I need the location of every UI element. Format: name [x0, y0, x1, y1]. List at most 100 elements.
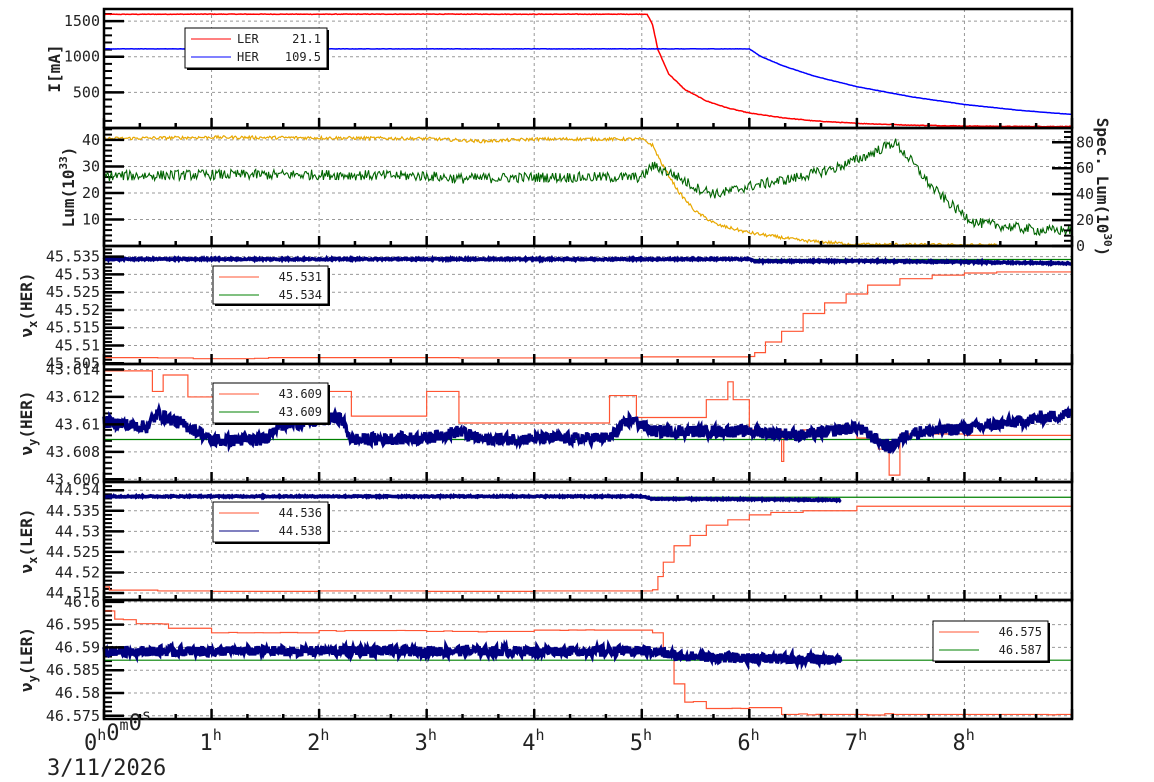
y-tick-label: 20: [82, 184, 100, 202]
y-axis-label: I[mA]: [45, 44, 64, 92]
y-tick-label: 500: [73, 83, 100, 101]
y-label-suffix: (HER): [17, 390, 36, 438]
series-specific-luminosity: [103, 138, 1073, 237]
time-axis: 0h0m0s1h 2h 3h 4h 5h 6h 7h 8h3/11/2026: [47, 706, 975, 781]
y-tick-label: 45.53: [55, 265, 100, 283]
right-label-suffix: ): [1093, 247, 1112, 257]
y-axis-label: νx(HER): [17, 272, 40, 337]
x-tick-number: 0: [129, 711, 142, 736]
x-tick-unit: h: [320, 726, 329, 744]
panel-nux-ler: 44.51544.5244.52544.5344.53544.54νx(LER)…: [17, 480, 1074, 602]
panel-nuy-her: 43.60643.60843.6143.61243.614νy(HER) 43.6…: [17, 360, 1074, 488]
y-tick-label: 46.595: [46, 616, 100, 634]
y-tick-label: 46.6: [64, 593, 100, 611]
x-tick-unit: h: [428, 726, 437, 744]
y-label-text: ν: [17, 564, 36, 574]
y-axis-label: νy(HER): [17, 390, 40, 455]
x-tick-label: 6h: [737, 726, 759, 756]
legend-value: 44.538: [279, 524, 322, 538]
legend-value: 45.534: [279, 288, 322, 302]
x-tick-label: 3h: [415, 726, 437, 756]
y-label-superscript: 33: [57, 156, 70, 169]
panel-luminosity: 10203040Lum(1033)020406080Spec. Lum(1030…: [57, 118, 1114, 256]
y-tick-label: 43.614: [46, 360, 100, 378]
y-tick-label: 45.515: [46, 319, 100, 337]
x-tick-number: 4: [522, 731, 535, 756]
legend-value: 46.587: [999, 643, 1042, 657]
legend: 45.531 45.534: [212, 265, 330, 306]
y-axis-label: νx(LER): [17, 508, 40, 573]
x-tick-unit: h: [966, 726, 975, 744]
y-label-subscript: y: [26, 439, 40, 446]
y-label-subscript: x: [26, 321, 40, 328]
x-tick-unit: h: [643, 726, 652, 744]
x-tick-label: 1h: [200, 726, 222, 756]
legend: 43.609 43.609: [212, 382, 330, 425]
right-label-superscript: 30: [1101, 233, 1114, 246]
legend: LER 21.1 HER 109.5: [184, 27, 329, 70]
legend-value: 46.575: [999, 625, 1042, 639]
x-tick-number: 3: [415, 731, 428, 756]
accelerator-status-chart: 50010001500I[mA]LER 21.1HER 109.510203040L…: [17, 7, 1114, 781]
y-label-subscript: y: [26, 675, 40, 682]
right-label-text: Spec. Lum(10: [1093, 118, 1112, 234]
legend-value: 43.609: [279, 387, 322, 401]
x-tick-number: 0: [106, 721, 119, 746]
y-tick-label: 40: [82, 131, 100, 149]
y-tick-label: 45.52: [55, 301, 100, 319]
y-label-suffix: (LER): [17, 627, 36, 675]
y-tick-label: 1000: [64, 48, 100, 66]
y-label-subscript: x: [26, 557, 40, 564]
y-label-text: ν: [17, 328, 36, 338]
y-tick-label: 44.525: [46, 543, 100, 561]
y-tick-label: 46.585: [46, 661, 100, 679]
series-measured-tune: [103, 492, 842, 504]
plot-frame: [102, 126, 1074, 248]
y-tick-label: 43.612: [46, 388, 100, 406]
right-tick-label: 0: [1076, 237, 1085, 255]
y-tick-label: 45.535: [46, 248, 100, 266]
x-tick-unit: s: [142, 706, 151, 724]
y-tick-label: 1500: [64, 12, 100, 30]
y-axis-label: νy(LER): [17, 627, 40, 692]
legend-value: 109.5: [285, 50, 321, 64]
x-tick-unit: h: [751, 726, 760, 744]
legend-value: 21.1: [292, 32, 321, 46]
x-tick-unit: h: [535, 726, 544, 744]
right-tick-label: 20: [1076, 211, 1094, 229]
y-label-text: I[mA]: [45, 44, 64, 92]
y-tick-label: 43.608: [46, 443, 100, 461]
legend: 44.536 44.538: [212, 501, 330, 544]
x-tick-label: 2h: [307, 726, 329, 756]
x-tick-number: 5: [630, 731, 643, 756]
plot-frame: [102, 598, 1074, 721]
y-tick-label: 10: [82, 210, 100, 228]
y-tick-label: 44.52: [55, 563, 100, 581]
y-label-text: ν: [17, 682, 36, 692]
legend-value: 43.609: [279, 405, 322, 419]
y-label-text: Lum(10: [59, 170, 78, 228]
right-tick-label: 40: [1076, 185, 1094, 203]
y-label-suffix: ): [59, 147, 78, 157]
x-tick-unit: m: [120, 716, 129, 734]
x-tick-number: 1: [200, 731, 213, 756]
right-tick-label: 80: [1076, 133, 1094, 151]
date-label: 3/11/2026: [47, 756, 166, 781]
x-tick-label: 8h: [952, 726, 974, 756]
legend-label: LER: [237, 32, 259, 46]
y-label-suffix: (HER): [17, 272, 36, 320]
series-measured-tune: [102, 638, 843, 671]
x-tick-label: 5h: [630, 726, 652, 756]
y-label-suffix: (LER): [17, 508, 36, 556]
panels: 50010001500I[mA]LER 21.1HER 109.510203040L…: [17, 7, 1114, 725]
x-tick-number: 2: [307, 731, 320, 756]
y-tick-label: 46.59: [55, 638, 100, 656]
y-tick-label: 44.53: [55, 522, 100, 540]
legend-label: HER: [237, 50, 259, 64]
y-tick-label: 30: [82, 157, 100, 175]
y-tick-label: 46.58: [55, 684, 100, 702]
y-label-text: ν: [17, 446, 36, 456]
legend-value: 45.531: [279, 270, 322, 284]
y-axis-label: Lum(1033): [57, 147, 78, 228]
panel-nuy-ler: 46.575 46.58 46.585 46.59 46.595 46.6 νy(LER) 4…: [17, 593, 1074, 725]
